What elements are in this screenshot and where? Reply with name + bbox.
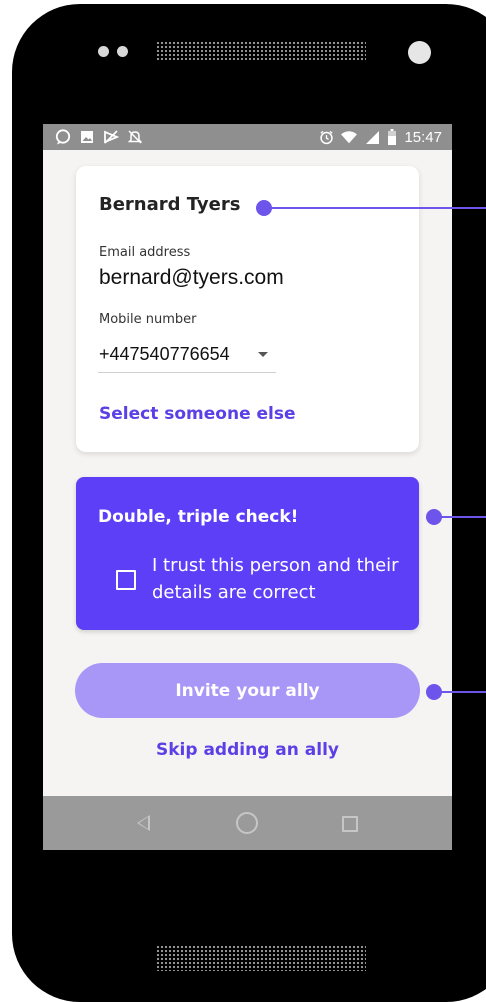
recent-apps-icon[interactable] [342,816,358,832]
status-bar: 15:47 [43,124,452,150]
status-time: 15:47 [404,128,442,146]
alarm-icon [318,129,334,145]
mute-flag-icon [103,129,119,145]
back-icon[interactable] [137,815,150,831]
image-icon [79,129,95,145]
trust-checkbox[interactable] [116,570,136,590]
sensor-dots [98,46,128,57]
mobile-label: Mobile number [99,312,197,327]
wifi-icon [341,129,358,145]
trust-checkbox-label[interactable]: I trust this person and their details ar… [152,552,408,606]
phone-screen: 15:47 Bernard Tyers Email address bernar… [43,124,452,850]
canvas: 15:47 Bernard Tyers Email address bernar… [0,0,486,1002]
navigation-bar [43,796,452,850]
annotation-line-invite [438,691,486,693]
select-someone-else-link[interactable]: Select someone else [99,404,296,424]
home-icon[interactable] [236,812,258,834]
email-value: bernard@tyers.com [99,266,284,289]
invite-ally-button[interactable]: Invite your ally [75,663,420,718]
mobile-value: +447540776654 [99,344,230,364]
contact-name: Bernard Tyers [99,194,241,215]
front-camera [408,41,431,64]
annotation-line-check [438,516,486,518]
chevron-down-icon [258,352,268,357]
battery-icon [387,129,397,145]
mobile-number-dropdown[interactable]: +447540776654 [98,336,276,373]
email-label: Email address [99,245,191,260]
notifications-off-icon [127,129,143,145]
signal-icon [364,129,380,145]
annotation-line-name [268,207,486,209]
bottom-speaker [156,945,366,971]
chat-bubble-icon [55,129,71,145]
confirmation-title: Double, triple check! [98,507,299,527]
earpiece-speaker [156,41,366,61]
confirmation-panel: Double, triple check! I trust this perso… [76,477,419,630]
skip-adding-ally-link[interactable]: Skip adding an ally [43,740,452,760]
